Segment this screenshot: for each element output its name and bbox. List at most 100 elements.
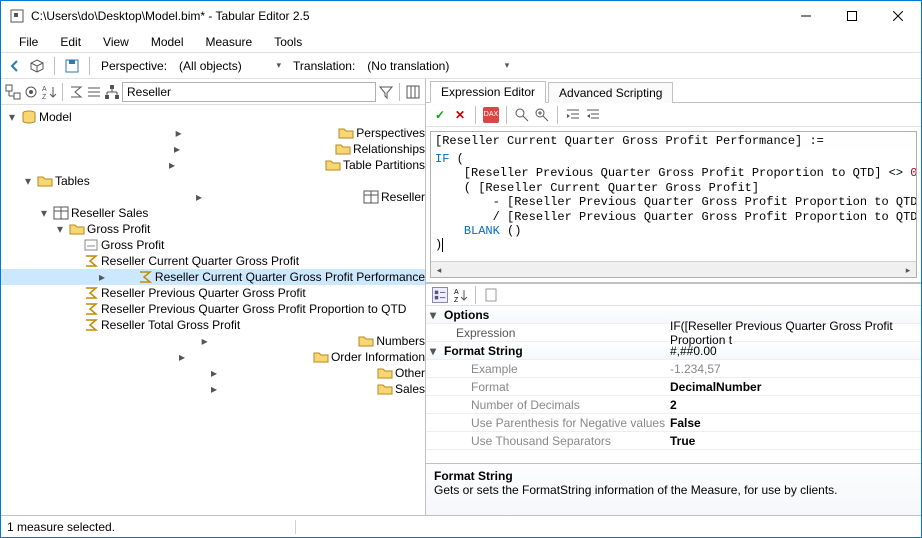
menu-model[interactable]: Model: [141, 33, 194, 51]
minimize-button[interactable]: [783, 1, 829, 31]
database-icon: [21, 110, 37, 124]
menubar: File Edit View Model Measure Tools: [1, 31, 921, 53]
menu-tools[interactable]: Tools: [264, 33, 312, 51]
cube-icon[interactable]: [29, 58, 45, 74]
node-order-info[interactable]: Order Information: [331, 350, 425, 364]
sigma-icon: [83, 318, 99, 332]
node-reseller[interactable]: Reseller: [381, 190, 425, 204]
svg-text:Z: Z: [454, 297, 459, 303]
node-m1[interactable]: Reseller Current Quarter Gross Profit: [101, 254, 299, 268]
save-icon[interactable]: [64, 58, 80, 74]
menu-edit[interactable]: Edit: [50, 33, 91, 51]
menu-measure[interactable]: Measure: [196, 33, 263, 51]
expression-body[interactable]: IF ( [Reseller Previous Quarter Gross Pr…: [431, 150, 916, 261]
property-help: Format String Gets or sets the FormatStr…: [426, 463, 921, 515]
folder-icon: [377, 382, 393, 396]
prop-expression-name[interactable]: Expression: [426, 326, 666, 340]
svg-text:A: A: [42, 86, 47, 93]
prop-decimals-name[interactable]: Number of Decimals: [426, 398, 666, 412]
maximize-button[interactable]: [829, 1, 875, 31]
translation-dropdown[interactable]: (No translation)▾: [363, 58, 513, 74]
svg-text:A: A: [454, 289, 459, 296]
prop-format-name[interactable]: Format: [426, 380, 666, 394]
editor-hscroll[interactable]: ◂▸: [431, 261, 916, 277]
list-icon[interactable]: [86, 84, 102, 100]
filter-icon[interactable]: [378, 84, 394, 100]
node-other[interactable]: Other: [395, 366, 425, 380]
folder-icon: [69, 222, 85, 236]
editor-toolbar: ✓ ✕ DAX: [426, 103, 921, 127]
node-m3[interactable]: Reseller Previous Quarter Gross Profit: [101, 286, 306, 300]
alphabetical-icon[interactable]: AZ: [452, 287, 468, 303]
sigma-icon[interactable]: [68, 84, 84, 100]
property-help-title: Format String: [434, 469, 913, 483]
prop-paren-name[interactable]: Use Parenthesis for Negative values: [426, 416, 666, 430]
find-icon[interactable]: [514, 107, 530, 123]
node-m5[interactable]: Reseller Total Gross Profit: [101, 318, 240, 332]
prop-thousand-name[interactable]: Use Thousand Separators: [426, 434, 666, 448]
back-icon[interactable]: [7, 58, 23, 74]
expression-editor-pane: ✓ ✕ DAX [Reseller Current Quarter Gross …: [426, 103, 921, 283]
prop-expression-value[interactable]: IF([Reseller Previous Quarter Gross Prof…: [666, 319, 921, 347]
folder-icon: [37, 174, 53, 188]
property-help-text: Gets or sets the FormatString informatio…: [434, 483, 913, 497]
node-perspectives[interactable]: Perspectives: [356, 126, 425, 140]
node-m4[interactable]: Reseller Previous Quarter Gross Profit P…: [101, 302, 406, 316]
table-icon: [53, 206, 69, 220]
menu-file[interactable]: File: [9, 33, 48, 51]
hierarchy-icon[interactable]: [104, 84, 120, 100]
menu-view[interactable]: View: [93, 33, 139, 51]
expression-header: [Reseller Current Quarter Gross Profit P…: [431, 132, 916, 150]
dax-formatter-icon[interactable]: DAX: [483, 107, 499, 123]
svg-text:Z: Z: [42, 94, 47, 100]
accept-icon[interactable]: ✓: [432, 107, 448, 123]
perspective-dropdown[interactable]: (All objects)▾: [175, 58, 285, 74]
node-tables[interactable]: Tables: [55, 174, 90, 188]
node-sales[interactable]: Sales: [395, 382, 425, 396]
prop-format-string-value[interactable]: #,##0.00: [666, 344, 921, 358]
sort-az-icon[interactable]: AZ: [41, 84, 57, 100]
node-m2[interactable]: Reseller Current Quarter Gross Profit Pe…: [155, 270, 425, 284]
node-relationships[interactable]: Relationships: [353, 142, 425, 156]
model-tree[interactable]: Model Perspectives Relationships Table P…: [1, 105, 425, 515]
status-text: 1 measure selected.: [7, 520, 296, 534]
prop-paren-value[interactable]: False: [666, 416, 921, 430]
window-title: C:\Users\do\Desktop\Model.bim* - Tabular…: [31, 9, 783, 23]
goto-icon[interactable]: [534, 107, 550, 123]
indent-icon[interactable]: [565, 107, 581, 123]
right-pane: Expression Editor Advanced Scripting ✓ ✕…: [426, 79, 921, 515]
tab-expression-editor[interactable]: Expression Editor: [430, 81, 546, 103]
folder-icon: [335, 142, 351, 156]
node-model[interactable]: Model: [39, 110, 72, 124]
cancel-icon[interactable]: ✕: [452, 107, 468, 123]
node-table-partitions[interactable]: Table Partitions: [343, 158, 425, 172]
close-button[interactable]: [875, 1, 921, 31]
explorer-toolbar: AZ: [1, 79, 425, 105]
node-gross-profit-folder[interactable]: Gross Profit: [87, 222, 150, 236]
property-grid[interactable]: ▾Options ExpressionIF([Reseller Previous…: [426, 306, 921, 463]
node-gross-profit-measure[interactable]: Gross Profit: [101, 238, 164, 252]
tree-icon[interactable]: [5, 84, 21, 100]
prop-example-name: Example: [426, 362, 666, 376]
sigma-icon: [83, 302, 99, 316]
prop-decimals-value[interactable]: 2: [666, 398, 921, 412]
perspective-label: Perspective:: [99, 59, 169, 73]
explorer-pane: AZ Model Perspectives Relationships Tabl…: [1, 79, 426, 515]
right-tabs: Expression Editor Advanced Scripting: [426, 79, 921, 103]
tab-advanced-scripting[interactable]: Advanced Scripting: [548, 82, 673, 103]
prop-thousand-value[interactable]: True: [666, 434, 921, 448]
node-reseller-sales[interactable]: Reseller Sales: [71, 206, 148, 220]
search-input[interactable]: [122, 82, 376, 102]
prop-format-value[interactable]: DecimalNumber: [666, 380, 921, 394]
categorized-icon[interactable]: [432, 287, 448, 303]
columns-icon[interactable]: [405, 84, 421, 100]
property-pages-icon[interactable]: [483, 287, 499, 303]
main-toolbar: Perspective: (All objects)▾ Translation:…: [1, 53, 921, 79]
folder-icon: [325, 158, 341, 172]
view-icon[interactable]: [23, 84, 39, 100]
folder-icon: [313, 350, 329, 364]
outdent-icon[interactable]: [585, 107, 601, 123]
node-numbers[interactable]: Numbers: [376, 334, 425, 348]
folder-icon: [358, 334, 374, 348]
measure-icon: [83, 238, 99, 252]
